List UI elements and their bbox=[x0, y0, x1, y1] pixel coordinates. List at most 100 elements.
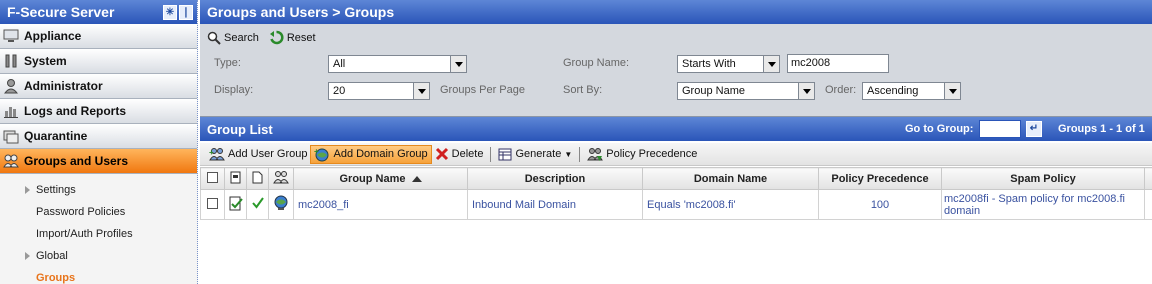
generate-label: Generate bbox=[515, 148, 562, 160]
sidebar-subitem-label: Global bbox=[36, 250, 68, 262]
column-header-group-name[interactable]: Group Name bbox=[293, 167, 468, 190]
group-name-label: Group Name: bbox=[563, 57, 630, 69]
column-header-domain-name[interactable]: Domain Name bbox=[642, 167, 819, 190]
sidebar-item-system[interactable]: System bbox=[0, 49, 197, 74]
display-select[interactable]: 20 bbox=[328, 82, 430, 100]
cell-domain-name: Equals 'mc2008.fi' bbox=[642, 189, 819, 220]
sidebar-item-label: Administrator bbox=[24, 79, 103, 93]
add-domain-group-label: Add Domain Group bbox=[333, 148, 428, 160]
select-all-checkbox[interactable] bbox=[207, 171, 218, 183]
per-page-label: Groups Per Page bbox=[440, 84, 525, 96]
chevron-down-icon: ▼ bbox=[564, 149, 573, 159]
group-list-header: Group List Go to Group: ↵ Groups 1 - 1 o… bbox=[200, 117, 1152, 141]
sidebar-subitem-settings[interactable]: Settings bbox=[0, 179, 197, 201]
type-label: Type: bbox=[214, 57, 241, 69]
sidebar-item-label: Logs and Reports bbox=[24, 104, 127, 118]
group-name-match-select[interactable]: Starts With bbox=[677, 55, 780, 73]
table-row[interactable]: mc2008_fi Inbound Mail Domain Equals 'mc… bbox=[200, 189, 1152, 220]
cell-group-name[interactable]: mc2008_fi bbox=[293, 189, 468, 220]
policy-precedence-label: Policy Precedence bbox=[606, 148, 698, 160]
type-column-header[interactable] bbox=[224, 167, 247, 190]
cell-overflow bbox=[1144, 189, 1152, 220]
select-all-header[interactable] bbox=[200, 167, 225, 190]
appliance-icon bbox=[3, 28, 19, 44]
svg-text:+: + bbox=[314, 147, 319, 156]
sort-by-select[interactable]: Group Name bbox=[677, 82, 815, 100]
chart-icon bbox=[3, 103, 19, 119]
expand-arrow-icon[interactable] bbox=[25, 252, 30, 260]
row-select-cell[interactable] bbox=[200, 189, 225, 220]
column-header-label: Group Name bbox=[339, 172, 406, 185]
table-header-row: Group Name Description Domain Name Polic… bbox=[200, 167, 1152, 190]
globe-icon bbox=[274, 195, 288, 210]
reset-label: Reset bbox=[286, 31, 316, 44]
sidebar-subitem-label: Password Policies bbox=[36, 206, 126, 218]
reset-icon bbox=[269, 30, 284, 45]
row-checkbox[interactable] bbox=[207, 197, 218, 209]
goto-arrow-icon[interactable]: ↵ bbox=[1026, 121, 1042, 137]
toolbar-divider bbox=[490, 146, 492, 162]
policy-precedence-icon bbox=[587, 147, 604, 161]
system-icon bbox=[3, 53, 19, 69]
order-select[interactable]: Ascending bbox=[862, 82, 961, 100]
delete-label: Delete bbox=[451, 148, 484, 160]
cell-spam-policy[interactable]: mc2008fi - Spam policy for mc2008.fi dom… bbox=[941, 189, 1145, 220]
sidebar-subitem-password-policies[interactable]: Password Policies bbox=[0, 201, 197, 223]
groups-icon bbox=[3, 153, 19, 169]
sidebar-item-administrator[interactable]: Administrator bbox=[0, 74, 197, 99]
generate-icon bbox=[498, 148, 512, 160]
type-select[interactable]: All bbox=[328, 55, 467, 73]
display-select-value: 20 bbox=[333, 85, 346, 97]
edit-cell[interactable] bbox=[224, 189, 247, 220]
edit-document-icon[interactable] bbox=[229, 196, 243, 211]
sidebar-item-label: Appliance bbox=[24, 29, 82, 43]
sidebar-subitem-groups[interactable]: Groups bbox=[0, 267, 197, 284]
sidebar-item-label: Groups and Users bbox=[24, 154, 129, 168]
group-list-title: Group List bbox=[207, 121, 273, 137]
column-header-overflow bbox=[1144, 167, 1152, 190]
group-table: Group Name Description Domain Name Polic… bbox=[200, 167, 1152, 220]
generate-button[interactable]: Generate ▼ bbox=[495, 145, 575, 164]
sidebar-item-logs-and-reports[interactable]: Logs and Reports bbox=[0, 99, 197, 124]
reset-button[interactable]: Reset bbox=[269, 30, 316, 45]
add-domain-group-button[interactable]: + Add Domain Group bbox=[310, 144, 432, 164]
sidebar-subitem-import-auth-profiles[interactable]: Import/Auth Profiles bbox=[0, 223, 197, 245]
chevron-down-icon bbox=[944, 83, 960, 99]
status-column-header[interactable] bbox=[246, 167, 269, 190]
sort-by-label: Sort By: bbox=[563, 84, 603, 96]
group-name-input[interactable]: mc2008 bbox=[787, 54, 889, 73]
users-icon bbox=[273, 171, 289, 184]
sidebar: F-Secure Server ✳ ❘ Appliance System Adm… bbox=[0, 0, 198, 284]
search-toolbar: Search Reset bbox=[200, 24, 1152, 51]
column-header-description[interactable]: Description bbox=[467, 167, 643, 190]
quarantine-icon bbox=[3, 128, 19, 144]
sort-by-value: Group Name bbox=[682, 85, 745, 97]
search-button[interactable]: Search bbox=[207, 31, 259, 45]
column-header-policy-precedence[interactable]: Policy Precedence bbox=[818, 167, 942, 190]
policy-precedence-button[interactable]: Policy Precedence bbox=[584, 145, 700, 164]
enabled-cell bbox=[246, 189, 269, 220]
type-select-value: All bbox=[333, 58, 346, 70]
checkmark-icon bbox=[251, 197, 264, 209]
delete-icon bbox=[435, 147, 448, 161]
sidebar-item-quarantine[interactable]: Quarantine bbox=[0, 124, 197, 149]
page-title: Groups and Users > Groups bbox=[200, 0, 1152, 24]
members-column-header[interactable] bbox=[268, 167, 294, 190]
add-user-group-label: Add User Group bbox=[228, 148, 308, 160]
column-header-spam-policy[interactable]: Spam Policy bbox=[941, 167, 1145, 190]
chevron-down-icon bbox=[798, 83, 814, 99]
goto-group-label: Go to Group: bbox=[905, 123, 974, 135]
order-label: Order: bbox=[825, 84, 857, 96]
sidebar-item-appliance[interactable]: Appliance bbox=[0, 24, 197, 49]
delete-button[interactable]: Delete bbox=[432, 145, 487, 164]
pin-icon[interactable]: ❘ bbox=[179, 4, 193, 20]
collapse-icon[interactable]: ✳ bbox=[163, 4, 177, 20]
goto-group-input[interactable] bbox=[979, 120, 1021, 138]
cell-description: Inbound Mail Domain bbox=[467, 189, 643, 220]
add-domain-group-icon: + bbox=[314, 147, 329, 161]
add-user-group-button[interactable]: + Add User Group bbox=[206, 145, 310, 164]
sidebar-item-groups-and-users[interactable]: Groups and Users bbox=[0, 149, 197, 174]
sidebar-header: F-Secure Server ✳ ❘ bbox=[0, 0, 197, 24]
expand-arrow-icon[interactable] bbox=[25, 186, 30, 194]
sidebar-subitem-global[interactable]: Global bbox=[0, 245, 197, 267]
